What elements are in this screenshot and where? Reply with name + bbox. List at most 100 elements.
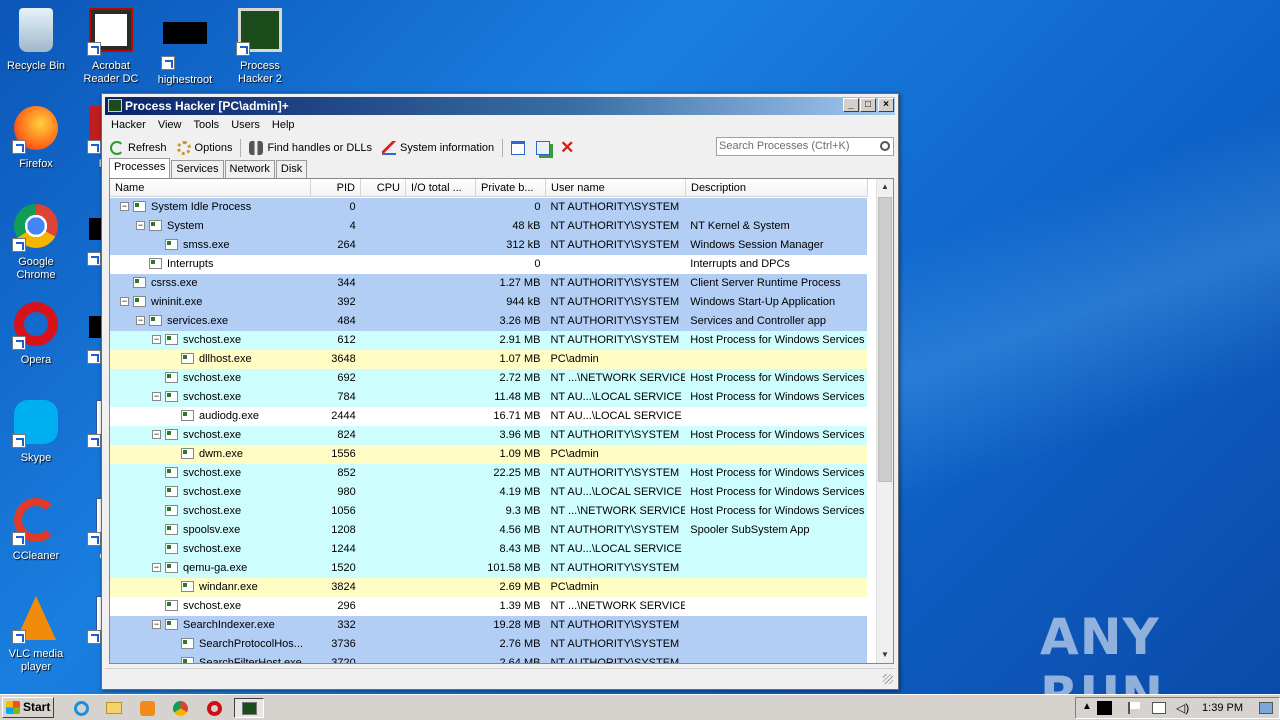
window-view-button[interactable] [506, 137, 534, 159]
tree-collapse-icon[interactable]: − [120, 296, 129, 306]
tab-disk[interactable]: Disk [275, 160, 308, 178]
show-desktop-icon[interactable] [1259, 702, 1273, 714]
process-row[interactable]: Interrupts 0 Interrupts and DPCs [110, 255, 867, 274]
process-row[interactable]: dllhost.exe 3648 1.07 MB PC\admin [110, 350, 867, 369]
taskbar-chrome[interactable] [169, 698, 191, 718]
taskbar-media-player[interactable] [136, 698, 158, 718]
desktop-icon-14[interactable]: VLC media player [0, 596, 72, 674]
process-row[interactable]: − System 4 48 kB NT AUTHORITY\SYSTEM NT Kerne… [110, 217, 867, 236]
desktop-icon-10[interactable]: Skype [0, 400, 72, 465]
process-row[interactable]: csrss.exe 344 1.27 MB NT AUTHORITY\SYSTEM Cl… [110, 274, 867, 293]
taskbar-explorer[interactable] [103, 698, 125, 718]
desktop-icon-2[interactable]: highestroot [149, 8, 221, 87]
process-row[interactable]: SearchProtocolHos... 3736 2.76 MB NT AUTHOR… [110, 635, 867, 654]
desktop-icon-1[interactable]: Acrobat Reader DC [75, 8, 147, 86]
taskbar-opera[interactable] [203, 698, 225, 718]
column-io[interactable]: I/O total ... [406, 179, 476, 197]
tray-black-icon[interactable] [1097, 701, 1112, 715]
tree-collapse-icon[interactable]: − [120, 201, 129, 211]
speaker-icon[interactable]: ◁) [1176, 701, 1189, 715]
minimize-button[interactable]: _ [843, 98, 859, 112]
process-row[interactable]: dwm.exe 1556 1.09 MB PC\admin [110, 445, 867, 464]
scroll-thumb[interactable] [878, 197, 892, 482]
status-bar [105, 668, 895, 686]
desktop-icon-4[interactable]: Firefox [0, 106, 72, 171]
process-row[interactable]: svchost.exe 1244 8.43 MB NT AU...\LOCAL SER… [110, 540, 867, 559]
find-window-button[interactable] [534, 137, 556, 159]
start-button[interactable]: Start [2, 697, 54, 718]
clock[interactable]: 1:39 PM [1202, 702, 1243, 714]
vertical-scrollbar[interactable]: ▲ ▼ [876, 179, 893, 663]
scroll-up-arrow-icon[interactable]: ▲ [877, 179, 893, 195]
tab-services[interactable]: Services [171, 160, 224, 178]
maximize-button[interactable]: □ [860, 98, 876, 112]
title-bar[interactable]: Process Hacker [PC\admin]+ _ □ × [105, 97, 895, 115]
process-row[interactable]: SearchFilterHost.exe 3720 2.64 MB NT AUTHOR… [110, 654, 867, 664]
options-button[interactable]: Options [172, 137, 238, 159]
column-private-bytes[interactable]: Private b... [476, 179, 546, 197]
column-cpu[interactable]: CPU [361, 179, 406, 197]
process-priv-cell: 2.64 MB [499, 657, 541, 664]
process-row[interactable]: − svchost.exe 784 11.48 MB NT AU...\LOCAL SE… [110, 388, 867, 407]
resize-grip-icon[interactable] [883, 674, 893, 684]
tree-collapse-icon[interactable]: − [152, 334, 161, 344]
refresh-button[interactable]: Refresh [105, 137, 172, 159]
search-processes-input[interactable]: Search Processes (Ctrl+K) [716, 137, 894, 156]
process-io-cell [406, 350, 476, 369]
system-tray: ▲ ◁) 1:39 PM [1075, 697, 1280, 719]
desktop-icon-6[interactable]: Google Chrome [0, 204, 72, 282]
system-information-button[interactable]: System information [377, 137, 499, 159]
tree-collapse-icon[interactable]: − [136, 315, 145, 325]
process-row[interactable]: svchost.exe 296 1.39 MB NT ...\NETWORK SERV… [110, 597, 867, 616]
scroll-down-arrow-icon[interactable]: ▼ [877, 647, 893, 663]
process-row[interactable]: − svchost.exe 824 3.96 MB NT AUTHORITY\SYSTE… [110, 426, 867, 445]
process-row[interactable]: audiodg.exe 2444 16.71 MB NT AU...\LOCAL SE… [110, 407, 867, 426]
process-row[interactable]: − SearchIndexer.exe 332 19.28 MB NT AUTHORIT… [110, 616, 867, 635]
menu-view[interactable]: View [152, 116, 188, 135]
flag-icon[interactable] [1128, 702, 1140, 714]
process-row[interactable]: − services.exe 484 3.26 MB NT AUTHORITY\SYST… [110, 312, 867, 331]
desktop-icon-3[interactable]: Process Hacker 2 [224, 8, 296, 86]
terminate-button[interactable]: ✕ [556, 137, 578, 159]
process-row[interactable]: − System Idle Process 0 0 NT AUTHORITY\SYSTE… [110, 198, 867, 217]
menu-hacker[interactable]: Hacker [105, 116, 152, 135]
tab-network[interactable]: Network [224, 160, 275, 178]
process-desc-cell: Spooler SubSystem App [690, 524, 810, 536]
menu-help[interactable]: Help [266, 116, 301, 135]
process-row[interactable]: − svchost.exe 612 2.91 MB NT AUTHORITY\SYSTE… [110, 331, 867, 350]
tree-collapse-icon[interactable]: − [152, 391, 161, 401]
menu-users[interactable]: Users [225, 116, 266, 135]
process-row[interactable]: − wininit.exe 392 944 kB NT AUTHORITY\SYSTEM… [110, 293, 867, 312]
network-icon[interactable] [1152, 702, 1166, 714]
tree-collapse-icon[interactable]: − [152, 429, 161, 439]
process-tree[interactable]: Name PID CPU I/O total ... Private b... … [109, 178, 894, 664]
process-row[interactable]: spoolsv.exe 1208 4.56 MB NT AUTHORITY\SYSTE… [110, 521, 867, 540]
process-row[interactable]: smss.exe 264 312 kB NT AUTHORITY\SYSTEM Wind… [110, 236, 867, 255]
process-row[interactable]: svchost.exe 980 4.19 MB NT AU...\LOCAL SERV… [110, 483, 867, 502]
desktop-icon-12[interactable]: CCleaner [0, 498, 72, 563]
process-io-cell [406, 369, 476, 388]
column-pid[interactable]: PID [311, 179, 361, 197]
process-hacker-window[interactable]: Process Hacker [PC\admin]+ _ □ × Hacker … [101, 93, 899, 690]
desktop-icon-0[interactable]: Recycle Bin [0, 8, 72, 73]
find-handles-button[interactable]: Find handles or DLLs [244, 137, 377, 159]
process-row[interactable]: svchost.exe 692 2.72 MB NT ...\NETWORK SERV… [110, 369, 867, 388]
process-row[interactable]: svchost.exe 1056 9.3 MB NT ...\NETWORK SERV… [110, 502, 867, 521]
tree-collapse-icon[interactable]: − [152, 619, 161, 629]
column-user-name[interactable]: User name [546, 179, 686, 197]
tray-expand-icon[interactable]: ▲ [1082, 701, 1092, 712]
process-row[interactable]: windanr.exe 3824 2.69 MB PC\admin [110, 578, 867, 597]
column-description[interactable]: Description [686, 179, 868, 197]
process-icon [181, 409, 194, 421]
process-row[interactable]: − qemu-ga.exe 1520 101.58 MB NT AUTHORITY\SY… [110, 559, 867, 578]
column-name[interactable]: Name [110, 179, 311, 197]
close-button[interactable]: × [878, 98, 894, 112]
tree-collapse-icon[interactable]: − [136, 220, 145, 230]
tab-processes[interactable]: Processes [109, 158, 171, 178]
menu-tools[interactable]: Tools [188, 116, 226, 135]
taskbar-ie[interactable] [70, 698, 92, 718]
process-row[interactable]: svchost.exe 852 22.25 MB NT AUTHORITY\SYSTE… [110, 464, 867, 483]
desktop-icon-8[interactable]: Opera [0, 302, 72, 367]
taskbar-process-hacker[interactable] [234, 698, 264, 718]
tree-collapse-icon[interactable]: − [152, 562, 161, 572]
